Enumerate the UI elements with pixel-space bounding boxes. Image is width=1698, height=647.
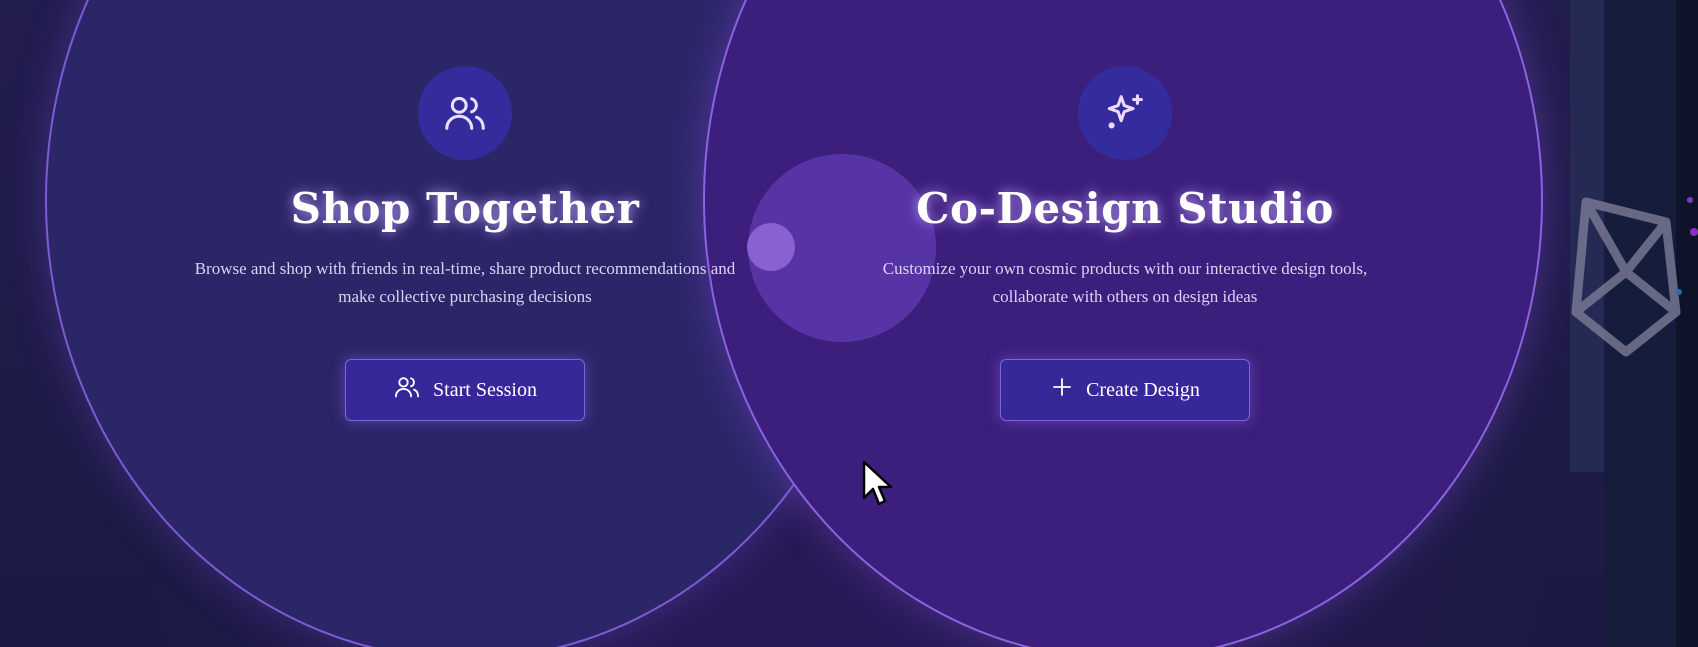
- create-design-button[interactable]: Create Design: [1000, 359, 1250, 421]
- feature-section: Shop Together Browse and shop with frien…: [0, 0, 1698, 647]
- polyhedron-graphic: [1571, 197, 1681, 357]
- start-session-button[interactable]: Start Session: [345, 359, 585, 421]
- card-title: Co-Design Studio: [916, 184, 1334, 233]
- plus-icon: [1050, 375, 1074, 405]
- mouse-cursor-icon: [862, 460, 893, 506]
- co-design-card: Co-Design Studio Customize your own cosm…: [810, 66, 1440, 421]
- star-dot: [1676, 289, 1682, 295]
- star-dot: [1690, 228, 1698, 236]
- users-icon: [418, 66, 512, 160]
- card-description: Customize your own cosmic products with …: [882, 259, 1368, 306]
- button-label: Create Design: [1086, 378, 1200, 401]
- star-dot: [1687, 197, 1693, 203]
- description-line: Browse and shop with friends in real-tim…: [194, 259, 736, 278]
- card-description: Browse and shop with friends in real-tim…: [165, 255, 765, 311]
- users-icon: [393, 373, 421, 407]
- description-line: make collective purchasing decisions: [338, 287, 592, 306]
- shop-together-card: Shop Together Browse and shop with frien…: [140, 66, 790, 421]
- button-label: Start Session: [433, 378, 537, 401]
- sparkles-icon: [1078, 66, 1172, 160]
- card-title: Shop Together: [290, 184, 640, 233]
